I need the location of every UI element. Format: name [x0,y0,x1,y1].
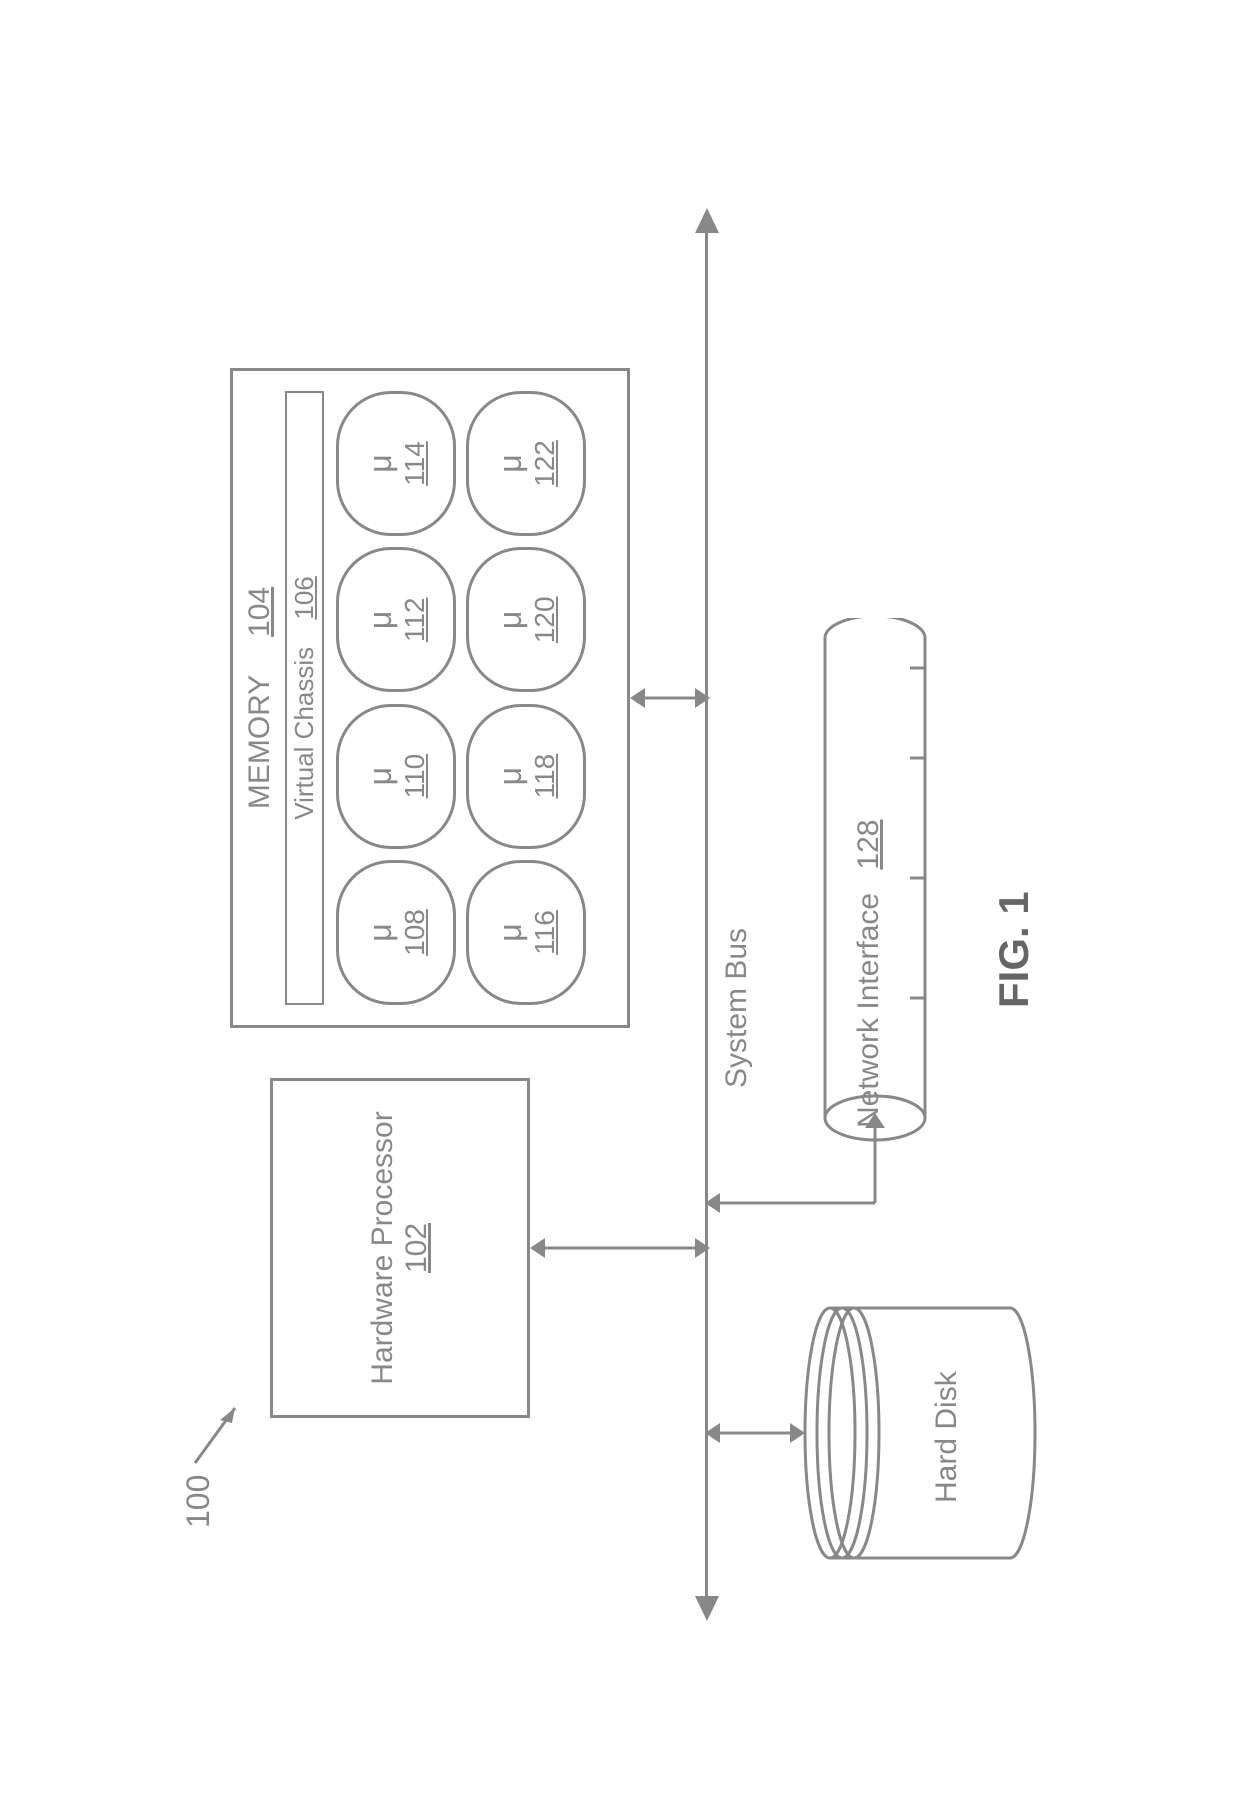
system-bus-label: System Bus [720,928,754,1088]
ref-arrow-icon [190,1388,250,1468]
virtual-chassis-title: Virtual Chassis 106 [285,391,324,1005]
microservice-120: μ 120 [466,547,586,692]
memory-title: MEMORY 104 [243,391,277,1005]
system-ref-label: 100 [180,1475,217,1528]
microservice-110: μ 110 [336,704,456,849]
microservices-row-2: μ 116 μ 118 μ 120 μ 122 [466,391,586,1005]
microservice-108: μ 108 [336,860,456,1005]
microservice-118: μ 118 [466,704,586,849]
microservice-114: μ 114 [336,391,456,536]
microservices-row-1: μ 108 μ 110 μ 112 μ 114 [336,391,456,1005]
hw-processor-label: Hardware Processor [366,1111,400,1384]
hard-disk-label: Hard Disk [930,1371,964,1503]
bus-arrow-right-icon [695,208,719,233]
microservice-116: μ 116 [466,860,586,1005]
system-diagram: 100 Hardware Processor 102 MEMORY 104 Vi… [120,108,1120,1708]
microservice-112: μ 112 [336,547,456,692]
system-bus-line [705,228,708,1608]
memory-box: MEMORY 104 Virtual Chassis 106 μ 108 μ 1… [230,368,630,1028]
figure-label: FIG. 1 [990,891,1038,1008]
hard-disk-icon [800,1303,1040,1563]
connector-processor-bus [530,1228,710,1268]
connector-memory-bus [630,678,710,718]
network-interface-label: Network Interface 128 [852,820,886,1129]
hardware-processor-box: Hardware Processor 102 [270,1078,530,1418]
connector-harddisk-bus [705,1413,805,1453]
bus-arrow-left-icon [695,1596,719,1621]
microservice-122: μ 122 [466,391,586,536]
hw-processor-ref: 102 [400,1223,434,1273]
